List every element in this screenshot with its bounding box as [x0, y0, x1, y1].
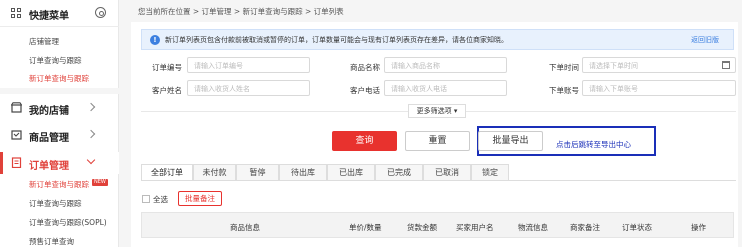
sidebar-item-new-order-tracking[interactable]: 新订单查询与跟踪 NEW [29, 179, 108, 190]
reset-button[interactable]: 重置 [405, 131, 470, 151]
col-price-qty: 单价/数量 [349, 223, 382, 232]
chevron-right-icon [86, 102, 96, 112]
gear-icon[interactable] [95, 7, 106, 18]
col-buyer: 买家用户名 [456, 223, 494, 232]
select-all-checkbox[interactable] [142, 195, 150, 203]
calendar-icon [722, 61, 730, 69]
sidebar-group-label: 商品管理 [29, 133, 69, 144]
col-logistics: 物流信息 [518, 223, 548, 232]
divider-right [466, 111, 736, 112]
new-badge: NEW [92, 179, 108, 186]
tab-all-orders[interactable]: 全部订单 [141, 164, 193, 181]
col-merchant-remark: 商家备注 [570, 223, 600, 232]
order-account-input[interactable]: 请输入下单账号 [582, 80, 736, 96]
col-goods-info: 商品信息 [230, 223, 260, 232]
col-amount: 货款金额 [407, 223, 437, 232]
order-no-input[interactable]: 请输入订单编号 [187, 57, 310, 73]
goods-name-input[interactable]: 请输入商品名称 [384, 57, 507, 73]
sidebar-header: 快捷菜单 [0, 0, 119, 27]
orders-icon [11, 157, 22, 168]
apps-grid-icon [11, 8, 21, 18]
sidebar-divider [0, 88, 119, 94]
batch-remark-button[interactable]: 批量备注 [178, 191, 222, 206]
tab-cancelled[interactable]: 已取消 [423, 164, 471, 181]
sidebar-item-order-query[interactable]: 订单查询与跟踪 [29, 55, 82, 66]
breadcrumb: 您当前所在位置 > 订单管理 > 新订单查询与跟踪 > 订单列表 [138, 7, 344, 16]
order-time-input[interactable]: 请选择下单时间 [582, 57, 736, 73]
sidebar-group-store[interactable]: 我的店铺 [0, 97, 119, 119]
sidebar-item-store-manage[interactable]: 店铺管理 [29, 36, 59, 47]
sidebar: 快捷菜单 店铺管理 订单查询与跟踪 新订单查询与跟踪 我的店铺 商品管理 订单管… [0, 0, 119, 247]
batch-export-button[interactable]: 批量导出 [478, 131, 543, 151]
tab-paused[interactable]: 暂停 [236, 164, 279, 181]
back-to-old-link[interactable]: 返回旧版 [691, 35, 719, 45]
col-actions: 操作 [691, 223, 706, 232]
chevron-down-icon [86, 155, 96, 165]
goods-name-label: 商品名称 [350, 63, 380, 72]
query-button[interactable]: 查询 [332, 131, 397, 151]
customer-phone-label: 客户电话 [350, 86, 380, 95]
order-time-placeholder: 请选择下单时间 [589, 62, 638, 70]
order-account-label: 下单账号 [549, 86, 579, 95]
sidebar-group-label: 我的店铺 [29, 106, 69, 117]
order-time-label: 下单时间 [549, 63, 579, 72]
sidebar-title: 快捷菜单 [29, 11, 69, 22]
goods-name-placeholder: 请输入商品名称 [391, 62, 440, 70]
sidebar-group-label: 订单管理 [29, 161, 69, 172]
customer-name-label: 客户姓名 [152, 86, 182, 95]
tab-unpaid[interactable]: 未付款 [193, 164, 236, 181]
goods-icon [11, 130, 22, 140]
active-indicator [0, 152, 3, 174]
sidebar-item-new-order-query[interactable]: 新订单查询与跟踪 [29, 73, 89, 84]
info-icon: ! [150, 35, 160, 45]
order-no-placeholder: 请输入订单编号 [194, 62, 243, 70]
sidebar-item-label: 新订单查询与跟踪 [29, 180, 89, 189]
customer-name-placeholder: 请输入收货人姓名 [194, 85, 250, 93]
col-order-status: 订单状态 [622, 223, 652, 232]
tab-pending-shipment[interactable]: 待出库 [279, 164, 327, 181]
tab-shipped[interactable]: 已出库 [327, 164, 375, 181]
export-annotation: 点击后跳转至导出中心 [556, 140, 631, 149]
sidebar-group-orders[interactable]: 订单管理 [0, 152, 119, 174]
sidebar-group-goods[interactable]: 商品管理 [0, 124, 119, 146]
chevron-right-icon [86, 129, 96, 139]
divider-left [141, 111, 408, 112]
select-all-label: 全选 [153, 195, 168, 204]
order-account-placeholder: 请输入下单账号 [589, 85, 638, 93]
tabs-divider [141, 180, 736, 181]
customer-name-input[interactable]: 请输入收货人姓名 [187, 80, 310, 96]
tab-completed[interactable]: 已完成 [375, 164, 423, 181]
table-header: 商品信息 单价/数量 货款金额 买家用户名 物流信息 商家备注 订单状态 操作 [141, 212, 734, 238]
more-filters-button[interactable]: 更多筛选项 ▾ [408, 104, 466, 118]
sidebar-item-order-tracking-sopl[interactable]: 订单查询与跟踪(SOPL) [29, 217, 107, 228]
sidebar-item-order-tracking[interactable]: 订单查询与跟踪 [29, 198, 82, 209]
order-no-label: 订单编号 [152, 63, 182, 72]
sidebar-item-presale-query[interactable]: 预售订单查询 [29, 236, 74, 247]
customer-phone-placeholder: 请输入收货人电话 [391, 85, 447, 93]
app-root: 快捷菜单 店铺管理 订单查询与跟踪 新订单查询与跟踪 我的店铺 商品管理 订单管… [0, 0, 742, 247]
notice-text: 新订单列表页包含付款前被取消或暂停的订单，订单数量可能会与现有订单列表页存在差异… [165, 36, 508, 44]
customer-phone-input[interactable]: 请输入收货人电话 [384, 80, 507, 96]
notice-bar: ! 新订单列表页包含付款前被取消或暂停的订单，订单数量可能会与现有订单列表页存在… [141, 29, 734, 50]
store-icon [11, 102, 22, 113]
tab-locked[interactable]: 锁定 [471, 164, 509, 181]
